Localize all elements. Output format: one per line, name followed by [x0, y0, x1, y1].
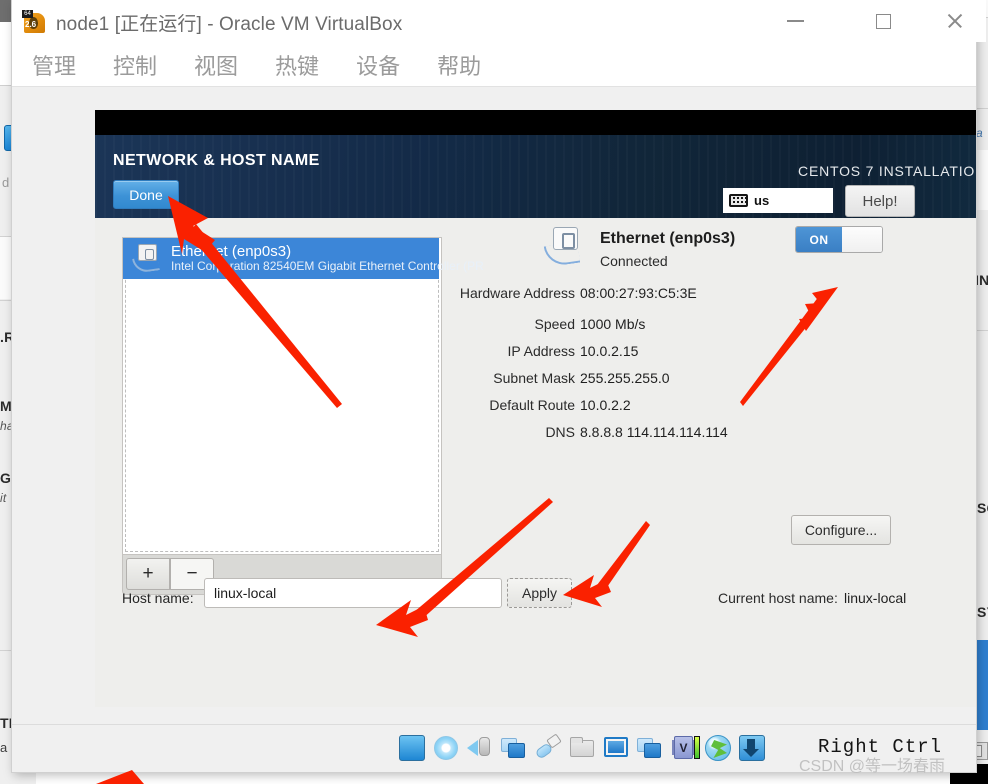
- menu-item-hotkeys[interactable]: 热键: [275, 49, 319, 81]
- background-right-text-0: a: [976, 126, 983, 140]
- background-left-text-0: d: [2, 175, 10, 190]
- minimize-button[interactable]: [764, 0, 826, 42]
- network-enable-toggle[interactable]: ON: [795, 226, 883, 253]
- installation-product-label: CENTOS 7 INSTALLATION: [798, 163, 976, 179]
- detail-row-subnet-mask: Subnet Mask 255.255.255.0: [475, 370, 895, 394]
- configure-button[interactable]: Configure...: [791, 515, 891, 545]
- keyboard-layout-indicator[interactable]: us: [723, 188, 833, 213]
- detail-label: DNS: [545, 424, 575, 440]
- detail-value: 08:00:27:93:C5:3E: [580, 285, 697, 301]
- toggle-knob: [842, 227, 882, 252]
- done-button[interactable]: Done: [113, 180, 179, 209]
- menu-item-devices[interactable]: 设备: [356, 49, 400, 81]
- installer-header: NETWORK & HOST NAME Done CENTOS 7 INSTAL…: [95, 135, 976, 218]
- maximize-button[interactable]: [852, 0, 914, 42]
- ethernet-large-icon: [543, 227, 586, 269]
- installer-body: Ethernet (enp0s3) Intel Corporation 8254…: [95, 218, 976, 707]
- statusbar-separator: [12, 724, 976, 725]
- hard-disk-icon[interactable]: [398, 734, 426, 762]
- device-description: Intel Corporation 82540EM Gigabit Ethern…: [171, 259, 484, 274]
- detail-row-hardware-address: Hardware Address 08:00:27:93:C5:3E: [460, 285, 895, 309]
- detail-value: 10.0.2.2: [580, 397, 631, 413]
- detail-value: 255.255.255.0: [580, 370, 670, 386]
- background-right-text-1: IN: [975, 272, 988, 288]
- current-hostname-label: Current host name:: [718, 590, 838, 606]
- installer-top-black-band: [95, 110, 976, 135]
- host-key-indicator-icon[interactable]: [738, 734, 766, 762]
- detail-connection-status: Connected: [600, 253, 668, 269]
- virtualbox-icon: 64 2.6: [22, 10, 47, 35]
- window-title: node1 [正在运行] - Oracle VM VirtualBox: [56, 14, 403, 35]
- mouse-integration-icon[interactable]: [704, 734, 732, 762]
- virtualization-icon[interactable]: V: [670, 734, 700, 762]
- annotation-arrow-bottom-tip: [96, 770, 144, 784]
- detail-device-name: Ethernet (enp0s3): [600, 230, 736, 247]
- background-left-text-2: M: [0, 398, 12, 414]
- page-title: NETWORK & HOST NAME: [113, 152, 320, 169]
- detail-value: 1000 Mb/s: [580, 316, 646, 332]
- background-left-text-7: a: [0, 740, 8, 755]
- background-right-divider-1: [974, 330, 988, 331]
- apply-button[interactable]: Apply: [507, 578, 572, 608]
- audio-icon[interactable]: [466, 734, 494, 762]
- background-left-text-6: TI: [0, 715, 13, 731]
- detail-value: 8.8.8.8 114.114.114.114: [580, 424, 728, 440]
- close-button[interactable]: [924, 0, 986, 42]
- device-list-item[interactable]: Ethernet (enp0s3) Intel Corporation 8254…: [123, 238, 484, 279]
- menubar: 管理 控制 视图 热键 设备 帮助: [12, 44, 976, 86]
- keyboard-layout-label: us: [754, 193, 770, 208]
- hostname-label: Host name:: [122, 590, 194, 606]
- titlebar[interactable]: 64 2.6 node1 [正在运行] - Oracle VM VirtualB…: [12, 0, 986, 44]
- hostname-input[interactable]: linux-local: [204, 578, 502, 608]
- detail-label: Subnet Mask: [493, 370, 575, 386]
- toggle-state-label: ON: [796, 227, 842, 252]
- detail-row-speed: Speed 1000 Mb/s: [475, 316, 895, 340]
- menu-item-manage[interactable]: 管理: [32, 49, 76, 81]
- maximize-icon: [875, 13, 891, 29]
- close-icon: [946, 12, 964, 30]
- detail-label: Speed: [534, 316, 575, 332]
- virtualbox-window: 64 2.6 node1 [正在运行] - Oracle VM VirtualB…: [12, 0, 986, 772]
- keyboard-icon: [729, 194, 748, 207]
- statusbar-icon-group: V: [398, 730, 766, 766]
- menu-item-view[interactable]: 视图: [194, 49, 238, 81]
- menu-item-help[interactable]: 帮助: [437, 49, 481, 81]
- recording-icon[interactable]: [636, 734, 664, 762]
- detail-label: Default Route: [489, 397, 575, 413]
- detail-row-default-route: Default Route 10.0.2.2: [475, 397, 895, 421]
- vm-guest-screen[interactable]: NETWORK & HOST NAME Done CENTOS 7 INSTAL…: [12, 87, 976, 724]
- background-right-blue-block: [976, 640, 988, 730]
- optical-disk-icon[interactable]: [432, 734, 460, 762]
- network-icon[interactable]: [500, 734, 528, 762]
- detail-row-dns: DNS 8.8.8.8 114.114.114.114: [475, 424, 895, 448]
- add-device-button[interactable]: +: [126, 558, 170, 590]
- detail-label: Hardware Address: [459, 285, 575, 301]
- detail-value: 10.0.2.15: [580, 343, 639, 359]
- background-left-text-5: it: [0, 491, 7, 505]
- background-right-text-3: SY: [977, 604, 988, 620]
- device-name: Ethernet (enp0s3): [171, 243, 292, 261]
- shared-folders-icon[interactable]: [568, 734, 596, 762]
- ethernet-icon: [132, 243, 162, 274]
- help-button[interactable]: Help!: [845, 185, 915, 217]
- detail-row-ip-address: IP Address 10.0.2.15: [475, 343, 895, 367]
- display-icon[interactable]: [602, 734, 630, 762]
- icon-badge-label: 64: [22, 10, 33, 18]
- centos-installer-screen: NETWORK & HOST NAME Done CENTOS 7 INSTAL…: [95, 110, 976, 707]
- icon-version-label: 2.6: [25, 20, 37, 29]
- watermark: CSDN @等一场春雨: [799, 758, 946, 775]
- detail-label: IP Address: [507, 343, 575, 359]
- screen-root: d .R M ha GE it TI a a IN SC SY 64: [0, 0, 988, 784]
- menu-item-control[interactable]: 控制: [113, 49, 157, 81]
- usb-icon[interactable]: [534, 733, 562, 762]
- minimize-icon: [786, 20, 804, 22]
- background-right-text-2: SC: [977, 500, 988, 516]
- current-hostname-value: linux-local: [844, 590, 907, 606]
